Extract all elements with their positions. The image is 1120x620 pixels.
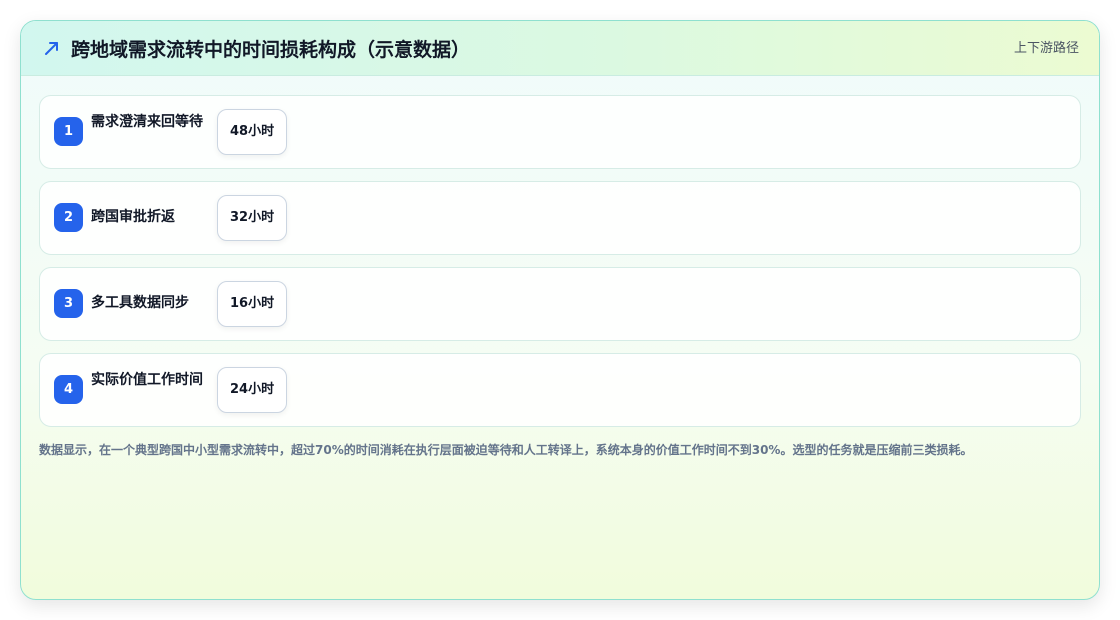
card-header: 跨地域需求流转中的时间损耗构成（示意数据） 上下游路径 — [21, 21, 1099, 76]
step-number-badge: 3 — [54, 289, 83, 318]
hours-pill: 32小时 — [217, 195, 288, 241]
list-item: 3 多工具数据同步 16小时 — [39, 267, 1081, 341]
hours-pill: 48小时 — [217, 109, 288, 155]
step-number-badge: 1 — [54, 117, 83, 146]
step-number-badge: 4 — [54, 375, 83, 404]
list-item: 2 跨国审批折返 32小时 — [39, 181, 1081, 255]
step-number-badge: 2 — [54, 203, 83, 232]
time-loss-card: 跨地域需求流转中的时间损耗构成（示意数据） 上下游路径 1 需求澄清来回等待 4… — [20, 20, 1100, 600]
path-tag: 上下游路径 — [1013, 41, 1079, 56]
step-label: 需求澄清来回等待 — [91, 114, 203, 130]
trend-arrow-icon — [45, 42, 58, 55]
step-label: 多工具数据同步 — [91, 295, 189, 311]
list-item: 4 实际价值工作时间 24小时 — [39, 353, 1081, 427]
hours-pill: 24小时 — [217, 367, 288, 413]
card-title: 跨地域需求流转中的时间损耗构成（示意数据） — [71, 39, 471, 61]
step-label: 实际价值工作时间 — [91, 372, 203, 388]
hours-pill: 16小时 — [217, 281, 288, 327]
step-label: 跨国审批折返 — [91, 209, 175, 225]
list-item: 1 需求澄清来回等待 48小时 — [39, 95, 1081, 169]
summary-note: 数据显示，在一个典型跨国中小型需求流转中，超过70%的时间消耗在执行层面被迫等待… — [39, 443, 973, 457]
